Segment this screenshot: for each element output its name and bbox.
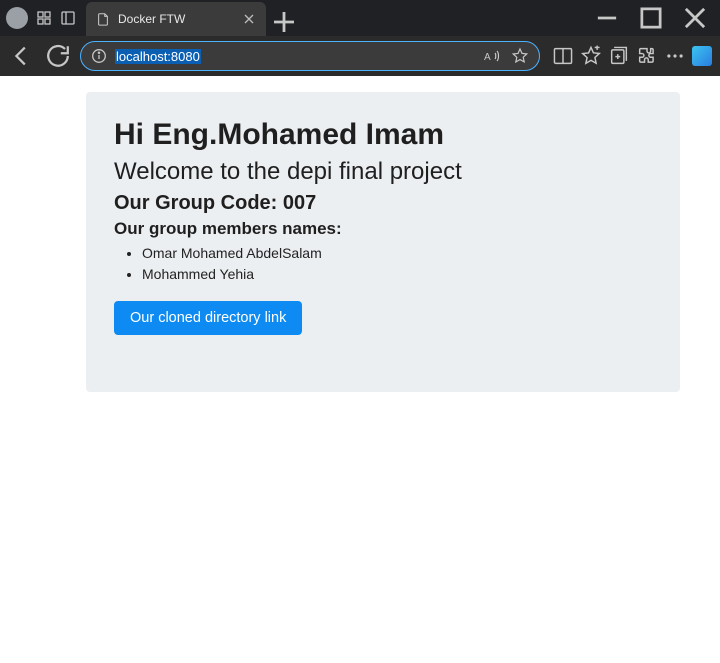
titlebar: Docker FTW — [0, 0, 720, 36]
site-info-icon[interactable] — [91, 48, 107, 64]
members-list: Omar Mohamed AbdelSalam Mohammed Yehia — [114, 243, 652, 285]
window-controls — [588, 2, 714, 34]
address-text: localhost:8080 — [115, 49, 475, 64]
window-minimize-button[interactable] — [588, 2, 626, 34]
favorite-star-icon[interactable] — [511, 47, 529, 65]
page-heading-h2: Welcome to the depi final project — [114, 158, 652, 186]
cloned-directory-link-button[interactable]: Our cloned directory link — [114, 301, 302, 335]
svg-text:A: A — [484, 52, 491, 63]
refresh-button[interactable] — [44, 42, 72, 70]
read-aloud-icon[interactable]: A — [483, 47, 501, 65]
split-screen-icon[interactable] — [552, 45, 574, 67]
page-heading-h3: Our Group Code: 007 — [114, 192, 652, 215]
titlebar-left — [6, 7, 76, 29]
page-viewport: Hi Eng.Mohamed Imam Welcome to the depi … — [0, 76, 720, 663]
page-heading-h4: Our group members names: — [114, 219, 652, 239]
address-selected: localhost:8080 — [115, 49, 201, 64]
content-card: Hi Eng.Mohamed Imam Welcome to the depi … — [86, 92, 680, 392]
new-tab-button[interactable] — [270, 8, 298, 36]
tab-close-icon[interactable] — [242, 12, 256, 26]
vertical-tabs-icon[interactable] — [60, 10, 76, 26]
more-menu-icon[interactable] — [664, 45, 686, 67]
address-bar[interactable]: localhost:8080 A — [80, 41, 540, 71]
list-item: Mohammed Yehia — [142, 264, 652, 285]
page-heading-h1: Hi Eng.Mohamed Imam — [114, 118, 652, 152]
window-close-button[interactable] — [676, 2, 714, 34]
extensions-icon[interactable] — [636, 45, 658, 67]
favorites-icon[interactable] — [580, 45, 602, 67]
toolbar: localhost:8080 A — [0, 36, 720, 76]
collections-icon[interactable] — [608, 45, 630, 67]
back-button[interactable] — [8, 42, 36, 70]
toolbar-right — [552, 45, 712, 67]
list-item: Omar Mohamed AbdelSalam — [142, 243, 652, 264]
tabstrip: Docker FTW — [86, 0, 298, 36]
copilot-icon[interactable] — [692, 46, 712, 66]
profile-avatar[interactable] — [6, 7, 28, 29]
tab-active[interactable]: Docker FTW — [86, 2, 266, 36]
address-bar-actions: A — [483, 47, 529, 65]
tab-title: Docker FTW — [118, 12, 234, 26]
workspaces-icon[interactable] — [36, 10, 52, 26]
window-maximize-button[interactable] — [632, 2, 670, 34]
page-favicon-icon — [96, 12, 110, 26]
